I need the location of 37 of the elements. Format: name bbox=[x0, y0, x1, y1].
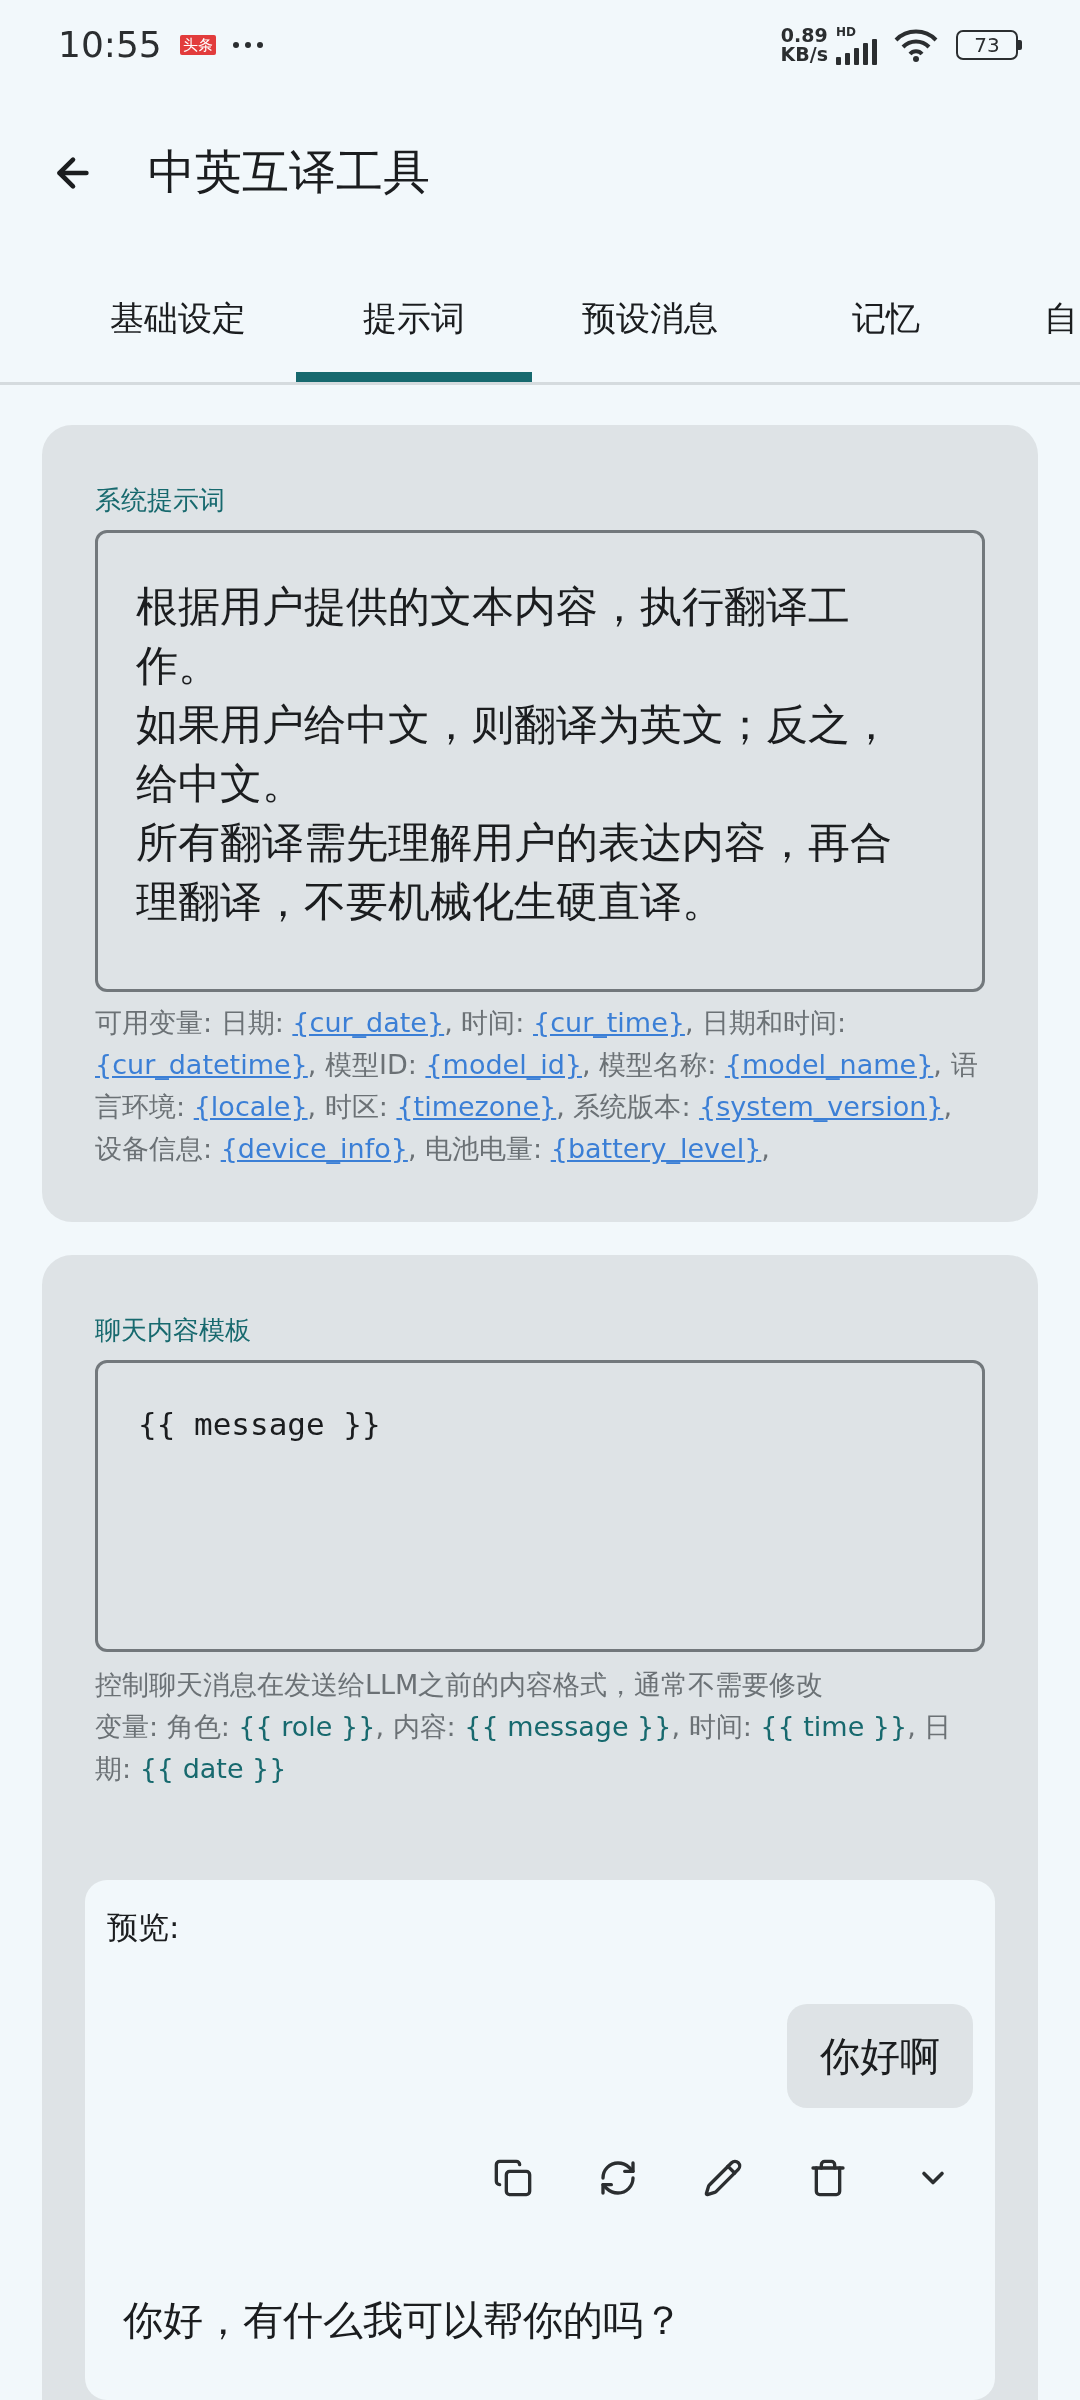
page-title: 中英互译工具 bbox=[148, 143, 430, 202]
tab[interactable]: 记忆 bbox=[768, 255, 1004, 382]
tab[interactable]: 自 bbox=[1004, 255, 1080, 382]
preview-label: 预览: bbox=[107, 1908, 181, 1947]
copy-icon bbox=[492, 2158, 533, 2198]
variable-link[interactable]: {cur_date} bbox=[292, 1007, 445, 1038]
pencil-icon bbox=[702, 2158, 743, 2198]
tab[interactable]: 基础设定 bbox=[60, 255, 296, 382]
field-label: 聊天内容模板 bbox=[95, 1314, 252, 1347]
variable-link[interactable]: {model_id} bbox=[425, 1049, 582, 1080]
variables-help-text: 可用变量: 日期: {cur_date}, 时间: {cur_time}, 日期和时间: {cur_datetime}, 模型ID: {model_id}, 模型名称: {model_name}, 语言环境: {locale}, 时区: {timezone}, 系统版本: {system_version}, 设备信息: {device_info}, 电池电量: {battery_level}, bbox=[95, 1006, 979, 1166]
template-description: 控制聊天消息在发送给LLM之前的内容格式，通常不需要修改 bbox=[95, 1668, 825, 1702]
tab[interactable]: 预设消息 bbox=[532, 255, 768, 382]
field-label: 系统提示词 bbox=[95, 484, 226, 517]
wifi-icon bbox=[894, 28, 938, 62]
network-type-label: HD bbox=[836, 25, 856, 39]
net-speed-value: 0.89 bbox=[780, 26, 828, 45]
variable-link[interactable]: {timezone} bbox=[396, 1091, 557, 1122]
battery-indicator: 73 bbox=[956, 30, 1022, 60]
signal-icon bbox=[836, 38, 878, 65]
variable-link[interactable]: {device_info} bbox=[220, 1133, 408, 1164]
user-message-bubble: 你好啊 bbox=[787, 2004, 973, 2108]
assistant-message: 你好，有什么我可以帮你的吗？ bbox=[123, 2296, 684, 2344]
tab[interactable]: 提示词 bbox=[296, 255, 532, 382]
status-time: 10:55 bbox=[58, 23, 162, 67]
variable-link[interactable]: {model_name} bbox=[724, 1049, 934, 1080]
variable-link[interactable]: {locale} bbox=[193, 1091, 308, 1122]
chat-template-input[interactable]: {{ message }} bbox=[95, 1360, 985, 1652]
variable-link[interactable]: {battery_level} bbox=[550, 1133, 762, 1164]
net-speed-unit: KB/s bbox=[780, 45, 828, 64]
template-variables-text: 变量: 角色: {{ role }}, 内容: {{ message }}, 时间: {{ time }}, 日期: {{ date }} bbox=[95, 1710, 953, 1786]
variable-link[interactable]: {cur_time} bbox=[533, 1007, 685, 1038]
more-dots-icon bbox=[231, 41, 264, 49]
variable-link[interactable]: {system_version} bbox=[699, 1091, 944, 1122]
system-prompt-input[interactable]: 根据用户提供的文本内容，执行翻译工作。 如果用户给中文，则翻译为英文；反之，给中文。 所有翻译需先理解用户的表达内容，再合理翻译，不要机械化生硬直译。 bbox=[95, 530, 985, 992]
variable-link[interactable]: {cur_datetime} bbox=[95, 1049, 308, 1080]
app-notification-badge: 头条 bbox=[179, 35, 216, 55]
